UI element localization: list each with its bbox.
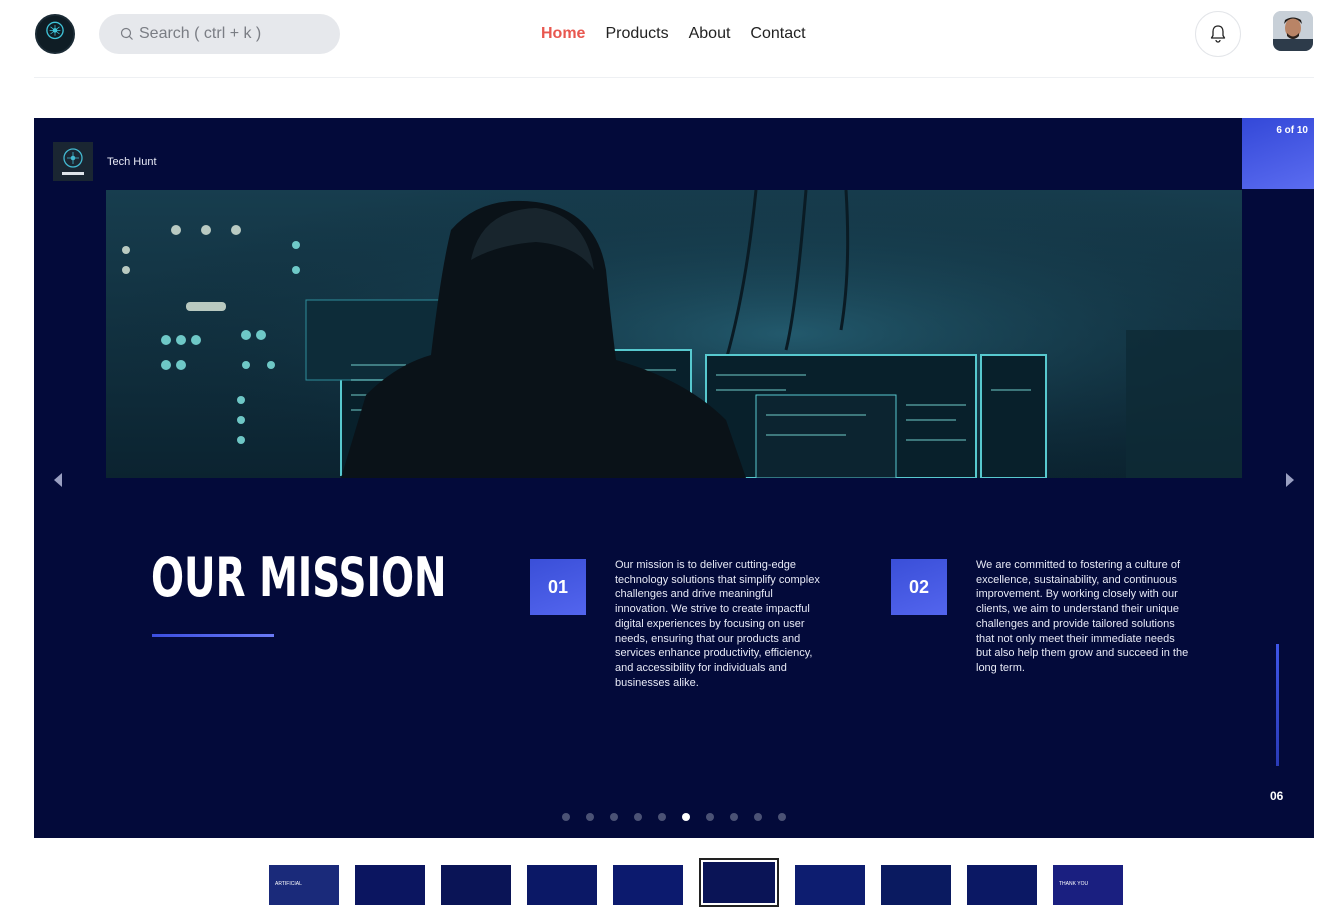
- point-text: Our mission is to deliver cutting-edge t…: [615, 559, 820, 689]
- top-header: Home Products About Contact: [34, 0, 1314, 78]
- hero-image-hacker: [106, 190, 1242, 478]
- pagination-dot[interactable]: [586, 813, 594, 821]
- slide-counter-text: 6 of 10: [1276, 125, 1308, 136]
- slide-thumbnail[interactable]: [527, 864, 597, 905]
- nav-about[interactable]: About: [689, 24, 731, 44]
- notifications-button[interactable]: [1195, 11, 1241, 57]
- nav-home[interactable]: Home: [541, 24, 585, 44]
- search-bar[interactable]: [99, 14, 340, 54]
- nav-products[interactable]: Products: [605, 24, 668, 44]
- point-number-box: 02: [891, 559, 947, 615]
- search-icon: [120, 27, 133, 40]
- point-number-box: 01: [530, 559, 586, 615]
- pagination-dot[interactable]: [778, 813, 786, 821]
- thumbnail-label: ARTIFICIAL: [275, 880, 302, 887]
- slide-thumbnail[interactable]: [613, 864, 683, 905]
- thumbnail-label: THANK YOU: [1059, 880, 1089, 887]
- slide-thumbnails: ARTIFICIAL THANK YOU: [269, 858, 1123, 907]
- point-text: We are committed to fostering a culture …: [976, 559, 1189, 674]
- slide-pagination-dots: [562, 813, 786, 821]
- nav-contact[interactable]: Contact: [750, 24, 805, 44]
- pagination-dot[interactable]: [634, 813, 642, 821]
- user-avatar[interactable]: [1273, 11, 1313, 51]
- slide-thumbnail[interactable]: [699, 858, 779, 907]
- slide-counter: 6 of 10: [1242, 118, 1314, 189]
- pagination-dot[interactable]: [730, 813, 738, 821]
- point-number: 02: [908, 576, 930, 597]
- pagination-dot[interactable]: [658, 813, 666, 821]
- pagination-dot[interactable]: [562, 813, 570, 821]
- pagination-dot[interactable]: [706, 813, 714, 821]
- slide-thumbnail[interactable]: [795, 864, 865, 905]
- pagination-dot[interactable]: [682, 813, 690, 821]
- slide-page-number: 06: [1270, 789, 1284, 803]
- slide-thumbnail[interactable]: [441, 864, 511, 905]
- slide-progress-bar: [1276, 644, 1279, 766]
- slide-thumbnail[interactable]: [355, 864, 425, 905]
- pagination-dot[interactable]: [754, 813, 762, 821]
- chevron-right-icon[interactable]: [1280, 472, 1300, 488]
- techhunt-logo[interactable]: [35, 14, 75, 54]
- search-input[interactable]: [139, 25, 329, 43]
- slide-thumbnail[interactable]: ARTIFICIAL: [269, 864, 339, 905]
- slide-logo: [53, 142, 93, 181]
- slide-thumbnail[interactable]: [967, 864, 1037, 905]
- bell-icon: [1210, 25, 1226, 43]
- chevron-left-icon[interactable]: [48, 472, 68, 488]
- slide-thumbnail[interactable]: [881, 864, 951, 905]
- slide-title: OUR MISSION: [151, 546, 447, 609]
- title-underline: [152, 634, 274, 637]
- slide-thumbnail[interactable]: THANK YOU: [1053, 864, 1123, 905]
- point-number: 01: [547, 576, 569, 597]
- presentation-slide: Tech Hunt 6 of 10 OUR MISSION 01 Our mis…: [34, 118, 1314, 838]
- main-nav: Home Products About Contact: [541, 24, 826, 44]
- pagination-dot[interactable]: [610, 813, 618, 821]
- slide-brand-name: Tech Hunt: [107, 156, 157, 168]
